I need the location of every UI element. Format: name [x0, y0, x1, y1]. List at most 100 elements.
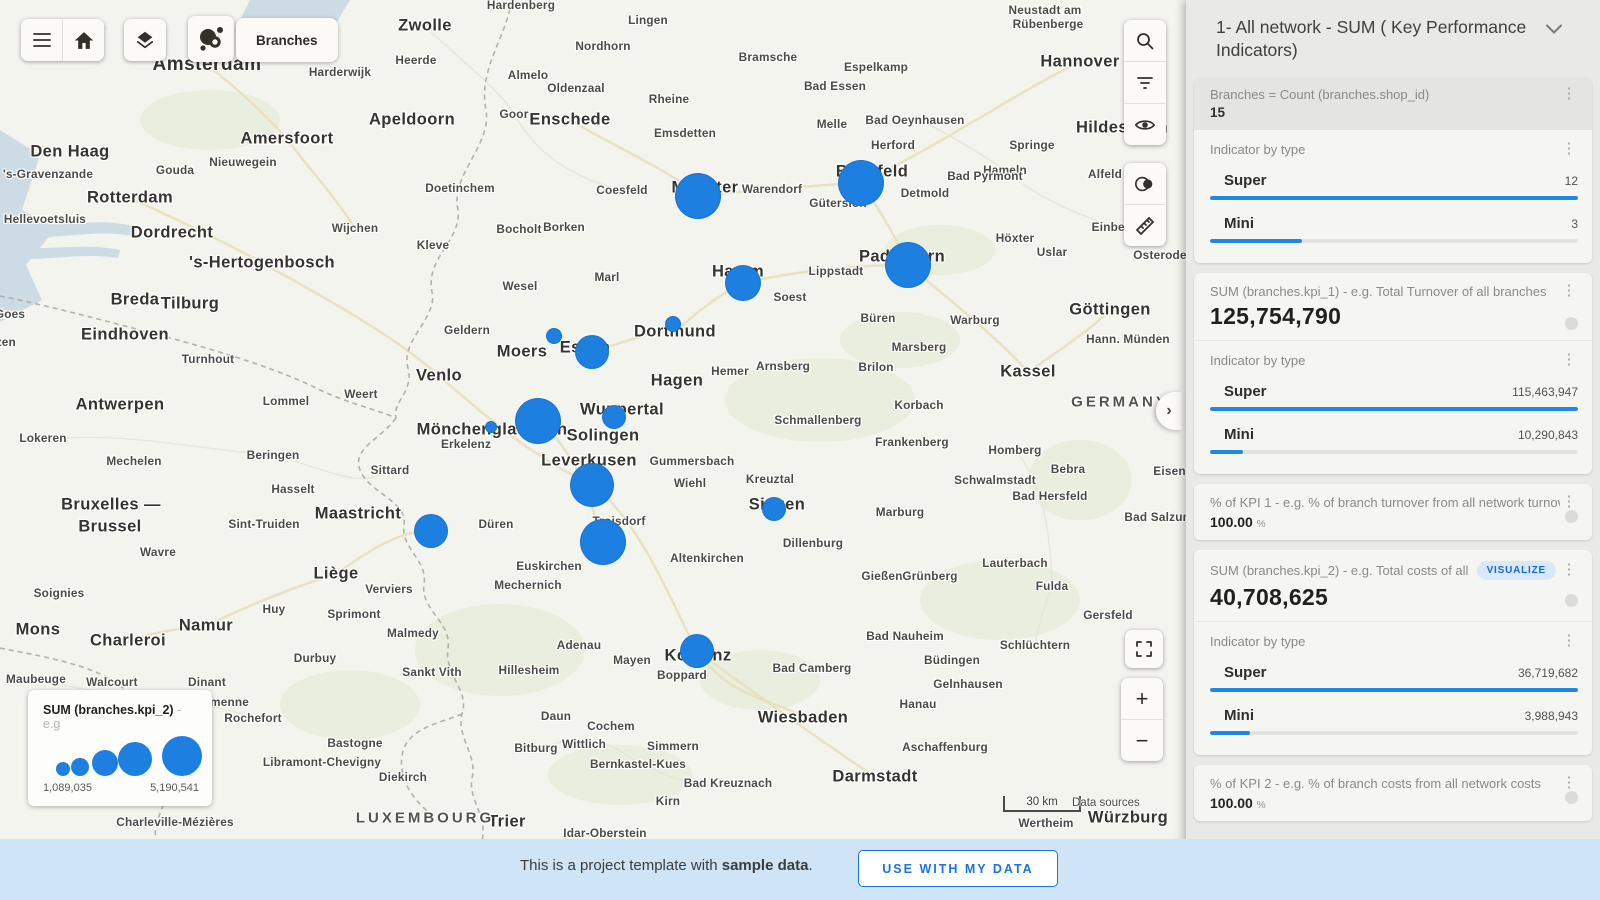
indicator-row-head: Super12 — [1224, 172, 1578, 189]
fullscreen-button[interactable] — [1125, 630, 1163, 668]
indicator-title-row: Indicator by type⋮ — [1210, 634, 1578, 649]
kebab-menu-icon[interactable]: ⋮ — [1560, 563, 1578, 577]
indicator-row-head: Mini3 — [1224, 215, 1578, 232]
eye-icon — [1134, 117, 1156, 133]
legend-circle — [92, 750, 118, 776]
zoom-out-button[interactable]: − — [1121, 720, 1163, 761]
minus-icon: − — [1136, 728, 1149, 754]
card-label: % of KPI 1 - e.g. % of branch turnover f… — [1210, 495, 1560, 510]
branch-bubble[interactable] — [602, 405, 626, 429]
visibility-button[interactable] — [1124, 104, 1166, 145]
kebab-menu-icon[interactable]: ⋮ — [1560, 142, 1578, 156]
branches-layer-button[interactable]: Branches — [236, 18, 338, 62]
branch-bubble[interactable] — [762, 497, 786, 521]
ruler-icon — [1135, 216, 1155, 236]
indicator-name: Super — [1224, 383, 1512, 400]
indicator-name: Mini — [1224, 215, 1571, 232]
kebab-menu-icon[interactable]: ⋮ — [1560, 87, 1578, 101]
indicator-row-head: Mini3,988,943 — [1224, 707, 1578, 724]
scale-bar: 30 km — [1003, 796, 1081, 812]
indicator-title: Indicator by type — [1210, 142, 1560, 157]
zoom-in-button[interactable]: + — [1121, 678, 1163, 719]
home-button[interactable] — [63, 21, 104, 59]
legend-circle — [162, 736, 202, 776]
indicator-row-head: Super115,463,947 — [1224, 383, 1578, 400]
branch-bubble[interactable] — [485, 421, 497, 433]
template-banner: This is a project template with sample d… — [0, 839, 1600, 900]
map-tools-group-1 — [1124, 20, 1166, 145]
indicator-bar-track — [1210, 450, 1578, 454]
use-with-my-data-button[interactable]: USE WITH MY DATA — [858, 850, 1058, 887]
kebab-menu-icon[interactable]: ⋮ — [1560, 284, 1578, 298]
map-legend: SUM (branches.kpi_2) - e.g 1,089,035 5,1… — [28, 690, 212, 806]
legend-max-value: 5,190,541 — [150, 782, 199, 794]
kpi-card-body: % of KPI 2 - e.g. % of branch costs from… — [1194, 765, 1592, 821]
app-window: AmsterdamZwolleHannoverApeldoornAmersfoo… — [0, 0, 1600, 900]
branch-bubble[interactable] — [725, 265, 761, 301]
legend-circle — [56, 762, 70, 776]
branch-bubble[interactable] — [675, 173, 721, 219]
branch-bubble[interactable] — [515, 398, 561, 444]
measure-button[interactable] — [1124, 205, 1166, 246]
branch-bubble[interactable] — [575, 335, 609, 369]
indicator-title-row: Indicator by type⋮ — [1210, 353, 1578, 368]
attribution-link[interactable]: Data sources — [1072, 797, 1140, 809]
search-button[interactable] — [1124, 20, 1166, 61]
indicator-bar-fill — [1210, 731, 1250, 735]
kpi-card-header: Branches = Count (branches.shop_id)⋮15 — [1194, 78, 1592, 130]
card-label-row: % of KPI 2 - e.g. % of branch costs from… — [1210, 776, 1578, 791]
kebab-menu-icon[interactable]: ⋮ — [1560, 634, 1578, 648]
kebab-menu-icon[interactable]: ⋮ — [1560, 776, 1578, 790]
kebab-menu-icon[interactable]: ⋮ — [1560, 353, 1578, 367]
branch-bubble[interactable] — [414, 514, 448, 548]
legend-bubble-scale — [43, 690, 203, 776]
kpi-card: % of KPI 1 - e.g. % of branch turnover f… — [1194, 484, 1592, 540]
visualize-button[interactable]: VISUALIZE — [1477, 561, 1556, 580]
indicator-section: Indicator by type⋮Super36,719,682Mini3,9… — [1194, 621, 1592, 755]
legend-min-value: 1,089,035 — [43, 782, 92, 794]
bubble-cluster-icon — [196, 24, 226, 54]
branch-bubble[interactable] — [546, 328, 562, 344]
drag-handle-dot — [1565, 594, 1578, 607]
indicator-title-row: Indicator by type⋮ — [1210, 142, 1578, 157]
indicator-bar-track — [1210, 407, 1578, 411]
bubble-layer-button[interactable] — [188, 16, 234, 62]
indicator-bar-fill — [1210, 196, 1578, 200]
plus-icon: + — [1136, 686, 1149, 712]
kpi-value: 100.00 — [1210, 795, 1253, 811]
indicator-name: Mini — [1224, 426, 1518, 443]
kpi-card-body: % of KPI 1 - e.g. % of branch turnover f… — [1194, 484, 1592, 540]
zoom-control: + − — [1121, 678, 1163, 761]
filter-button[interactable] — [1124, 62, 1166, 103]
indicator-value: 12 — [1565, 174, 1578, 188]
indicator-bar-fill — [1210, 239, 1302, 243]
indicator-bar-track — [1210, 239, 1578, 243]
indicator-bar-fill — [1210, 450, 1243, 454]
indicator-value: 3,988,943 — [1525, 709, 1578, 723]
branch-bubble[interactable] — [680, 634, 714, 668]
basemap-toggle-button[interactable] — [1124, 163, 1166, 204]
kpi-value: 40,708,625 — [1210, 584, 1578, 611]
branch-bubble[interactable] — [665, 316, 681, 332]
branch-bubble[interactable] — [838, 160, 884, 206]
indicator-row: Super115,463,947 — [1210, 383, 1578, 411]
branch-bubble[interactable] — [885, 242, 931, 288]
card-label-row: Branches = Count (branches.shop_id)⋮ — [1210, 87, 1578, 102]
contrast-icon — [1134, 175, 1156, 193]
menu-button[interactable] — [21, 21, 62, 59]
indicator-row: Mini10,290,843 — [1210, 426, 1578, 454]
template-banner-text: This is a project template with sample d… — [520, 857, 813, 874]
indicator-bar-track — [1210, 196, 1578, 200]
branch-bubble[interactable] — [580, 519, 626, 565]
scale-bar-label: 30 km — [1026, 796, 1057, 808]
layers-button[interactable] — [125, 21, 166, 59]
bubble-layer-control — [188, 16, 234, 62]
chevron-down-icon[interactable] — [1546, 24, 1562, 34]
branch-bubble[interactable] — [570, 463, 614, 507]
kebab-menu-icon[interactable]: ⋮ — [1560, 495, 1578, 509]
layers-icon — [134, 29, 156, 51]
kpi-unit: % — [1257, 519, 1266, 530]
indicator-bar-track — [1210, 688, 1578, 692]
card-label-row: SUM (branches.kpi_1) - e.g. Total Turnov… — [1210, 284, 1578, 299]
fullscreen-control — [1125, 630, 1163, 668]
